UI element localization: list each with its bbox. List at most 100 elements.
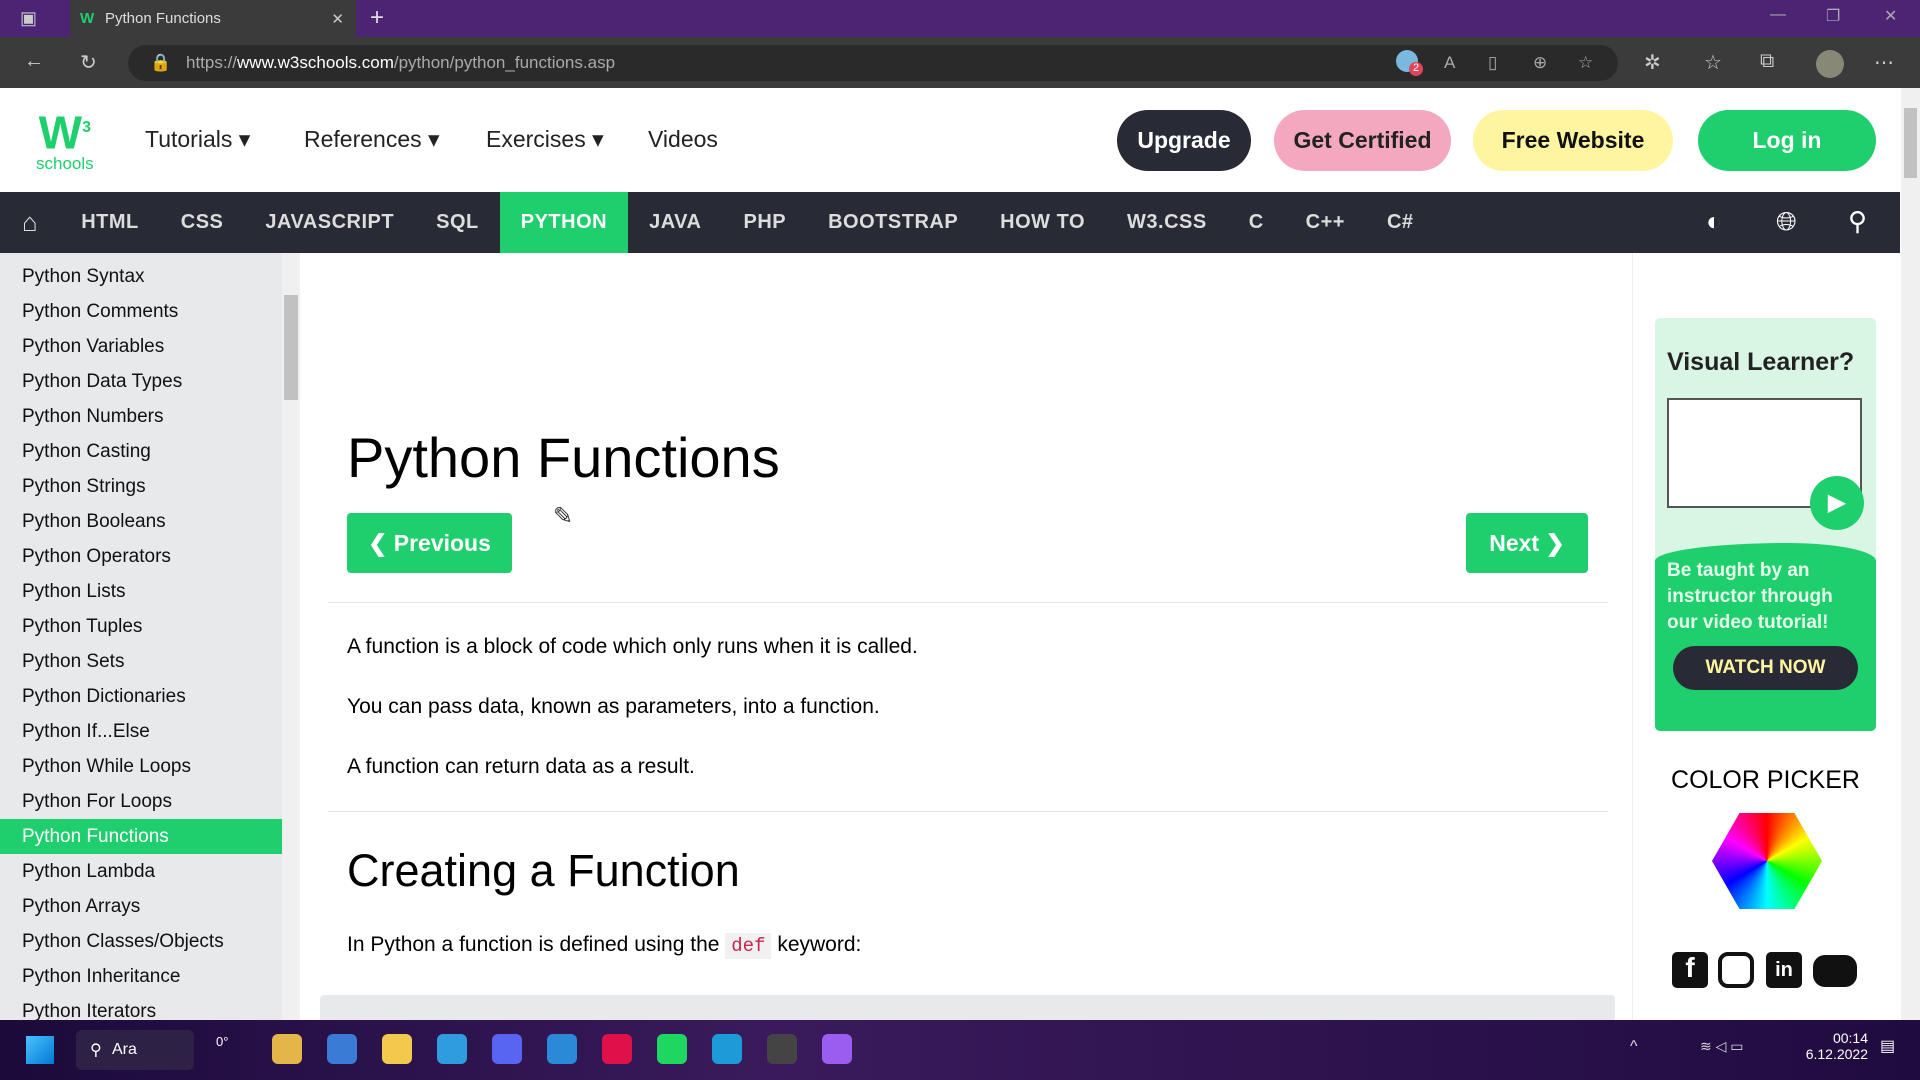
file-explorer-icon[interactable] — [382, 1034, 412, 1064]
home-icon[interactable]: ⌂ — [0, 192, 60, 253]
sidebar-item[interactable]: Python Lists — [0, 574, 282, 609]
color-wheel-icon[interactable] — [1712, 813, 1822, 909]
sidebar-item[interactable]: Python Operators — [0, 539, 282, 574]
linkedin-icon[interactable]: in — [1766, 952, 1802, 988]
menu-tutorials[interactable]: Tutorials ▾ — [145, 126, 250, 153]
edge-icon[interactable] — [712, 1034, 742, 1064]
nav-css[interactable]: CSS — [160, 192, 245, 253]
reload-icon[interactable]: ↻ — [80, 50, 97, 75]
minimize-icon[interactable]: — — [1770, 6, 1786, 24]
more-icon[interactable]: ⋯ — [1874, 50, 1894, 75]
watch-now-button[interactable]: WATCH NOW — [1673, 646, 1858, 690]
sidebar-item[interactable]: Python Dictionaries — [0, 679, 282, 714]
close-tab-icon[interactable]: ✕ — [331, 10, 344, 28]
back-icon[interactable]: ← — [24, 50, 44, 73]
nav-bootstrap[interactable]: BOOTSTRAP — [807, 192, 979, 253]
opera-icon[interactable] — [602, 1034, 632, 1064]
nav-sql[interactable]: SQL — [415, 192, 500, 253]
vscode-icon[interactable] — [547, 1034, 577, 1064]
profile-avatar[interactable] — [1816, 50, 1844, 78]
sidebar-item[interactable]: Python Functions — [0, 819, 282, 854]
close-window-icon[interactable]: ✕ — [1884, 6, 1897, 26]
reader-icon[interactable]: ▯ — [1488, 53, 1497, 73]
menu-videos[interactable]: Videos — [648, 126, 718, 153]
sidebar-item[interactable]: Python Variables — [0, 329, 282, 364]
login-button[interactable]: Log in — [1698, 110, 1876, 171]
sidebar-item[interactable]: Python Booleans — [0, 504, 282, 539]
nav-java[interactable]: JAVA — [628, 192, 722, 253]
tracker-icon[interactable]: 2 — [1396, 50, 1423, 76]
collections-icon[interactable]: ⧉ — [1760, 50, 1774, 73]
nav-w3css[interactable]: W3.CSS — [1106, 192, 1228, 253]
sidebar-item[interactable]: Python Tuples — [0, 609, 282, 644]
clock[interactable]: 00:14 6.12.2022 — [1800, 1030, 1868, 1062]
upgrade-button[interactable]: Upgrade — [1117, 110, 1251, 171]
mail-app-icon[interactable] — [327, 1034, 357, 1064]
menu-exercises[interactable]: Exercises ▾ — [486, 126, 604, 153]
sidebar-item[interactable]: Python Inheritance — [0, 959, 282, 994]
tab-actions-icon[interactable]: ▣ — [20, 8, 37, 29]
wifi-volume-battery-icons[interactable]: ≋ ◁ ▭ — [1700, 1038, 1744, 1055]
dark-mode-icon[interactable]: ◐ — [1706, 206, 1722, 237]
browser-tab[interactable]: W Python Functions ✕ — [70, 0, 356, 37]
tray-chevron-icon[interactable]: ^ — [1630, 1038, 1638, 1056]
sidebar-item[interactable]: Python Casting — [0, 434, 282, 469]
ad-banner[interactable]: Visual Learner? ▶ Be taught by an instru… — [1655, 318, 1876, 731]
next-button[interactable]: Next ❯ — [1466, 513, 1588, 573]
browser-tab-bar: ▣ W Python Functions ✕ + — ❐ ✕ — [0, 0, 1920, 37]
nav-cpp[interactable]: C++ — [1285, 192, 1366, 253]
spotify-icon[interactable] — [657, 1034, 687, 1064]
sidebar-item[interactable]: Python Sets — [0, 644, 282, 679]
discord-icon[interactable] — [1813, 955, 1857, 987]
url-input[interactable]: 🔒 https://www.w3schools.com/python/pytho… — [128, 45, 1618, 81]
section-heading: Creating a Function — [347, 845, 740, 896]
facebook-icon[interactable]: f — [1672, 952, 1708, 988]
get-certified-button[interactable]: Get Certified — [1274, 110, 1451, 171]
sidebar-item[interactable]: Python Syntax — [0, 259, 282, 294]
obs-icon[interactable] — [767, 1034, 797, 1064]
add-favorite-icon[interactable]: ☆ — [1578, 53, 1593, 73]
weather-icon[interactable]: 0° — [216, 1034, 228, 1049]
menu-references[interactable]: References ▾ — [304, 126, 440, 153]
sidebar-item[interactable]: Python Data Types — [0, 364, 282, 399]
sidebar-item[interactable]: Python Strings — [0, 469, 282, 504]
nav-c[interactable]: C — [1228, 192, 1285, 253]
search-icon[interactable]: ⚲ — [1848, 206, 1867, 237]
widgets-icon[interactable] — [272, 1034, 302, 1064]
taskbar-search[interactable]: ⚲ Ara — [76, 1030, 194, 1070]
notification-icon[interactable]: ▤ — [1880, 1036, 1895, 1056]
globe-icon[interactable]: 🌐︎ — [1776, 206, 1797, 238]
w3schools-logo[interactable]: W3 schools — [36, 106, 94, 174]
previous-button[interactable]: ❮ Previous — [347, 513, 512, 573]
sidebar-item[interactable]: Python For Loops — [0, 784, 282, 819]
sidebar-item[interactable]: Python Iterators — [0, 994, 282, 1021]
nav-php[interactable]: PHP — [722, 192, 807, 253]
new-tab-icon[interactable]: + — [370, 4, 384, 32]
sidebar-item[interactable]: Python Arrays — [0, 889, 282, 924]
paragraph: In Python a function is defined using th… — [347, 933, 861, 959]
extensions-icon[interactable]: ✲ — [1644, 50, 1661, 75]
nav-html[interactable]: HTML — [60, 192, 160, 253]
zoom-icon[interactable]: ⊕ — [1533, 53, 1547, 73]
sidebar-item[interactable]: Python Numbers — [0, 399, 282, 434]
sidebar-item[interactable]: Python Comments — [0, 294, 282, 329]
sidebar-scrollbar[interactable] — [282, 253, 300, 1020]
nav-python[interactable]: PYTHON — [499, 192, 629, 253]
restore-icon[interactable]: ❐ — [1826, 6, 1840, 26]
start-icon[interactable] — [26, 1036, 54, 1064]
clipchamp-icon[interactable] — [822, 1034, 852, 1064]
sidebar-item[interactable]: Python If...Else — [0, 714, 282, 749]
page-scrollbar[interactable] — [1901, 88, 1920, 1020]
mail-icon[interactable] — [437, 1034, 467, 1064]
favorites-icon[interactable]: ☆ — [1704, 50, 1722, 75]
instagram-icon[interactable] — [1718, 952, 1754, 988]
nav-csharp[interactable]: C# — [1366, 192, 1435, 253]
discord-icon[interactable] — [492, 1034, 522, 1064]
sidebar-item[interactable]: Python Classes/Objects — [0, 924, 282, 959]
read-aloud-icon[interactable]: A — [1444, 53, 1455, 73]
free-website-button[interactable]: Free Website — [1473, 110, 1673, 171]
sidebar-item[interactable]: Python While Loops — [0, 749, 282, 784]
nav-howto[interactable]: HOW TO — [979, 192, 1106, 253]
nav-javascript[interactable]: JAVASCRIPT — [244, 192, 415, 253]
sidebar-item[interactable]: Python Lambda — [0, 854, 282, 889]
